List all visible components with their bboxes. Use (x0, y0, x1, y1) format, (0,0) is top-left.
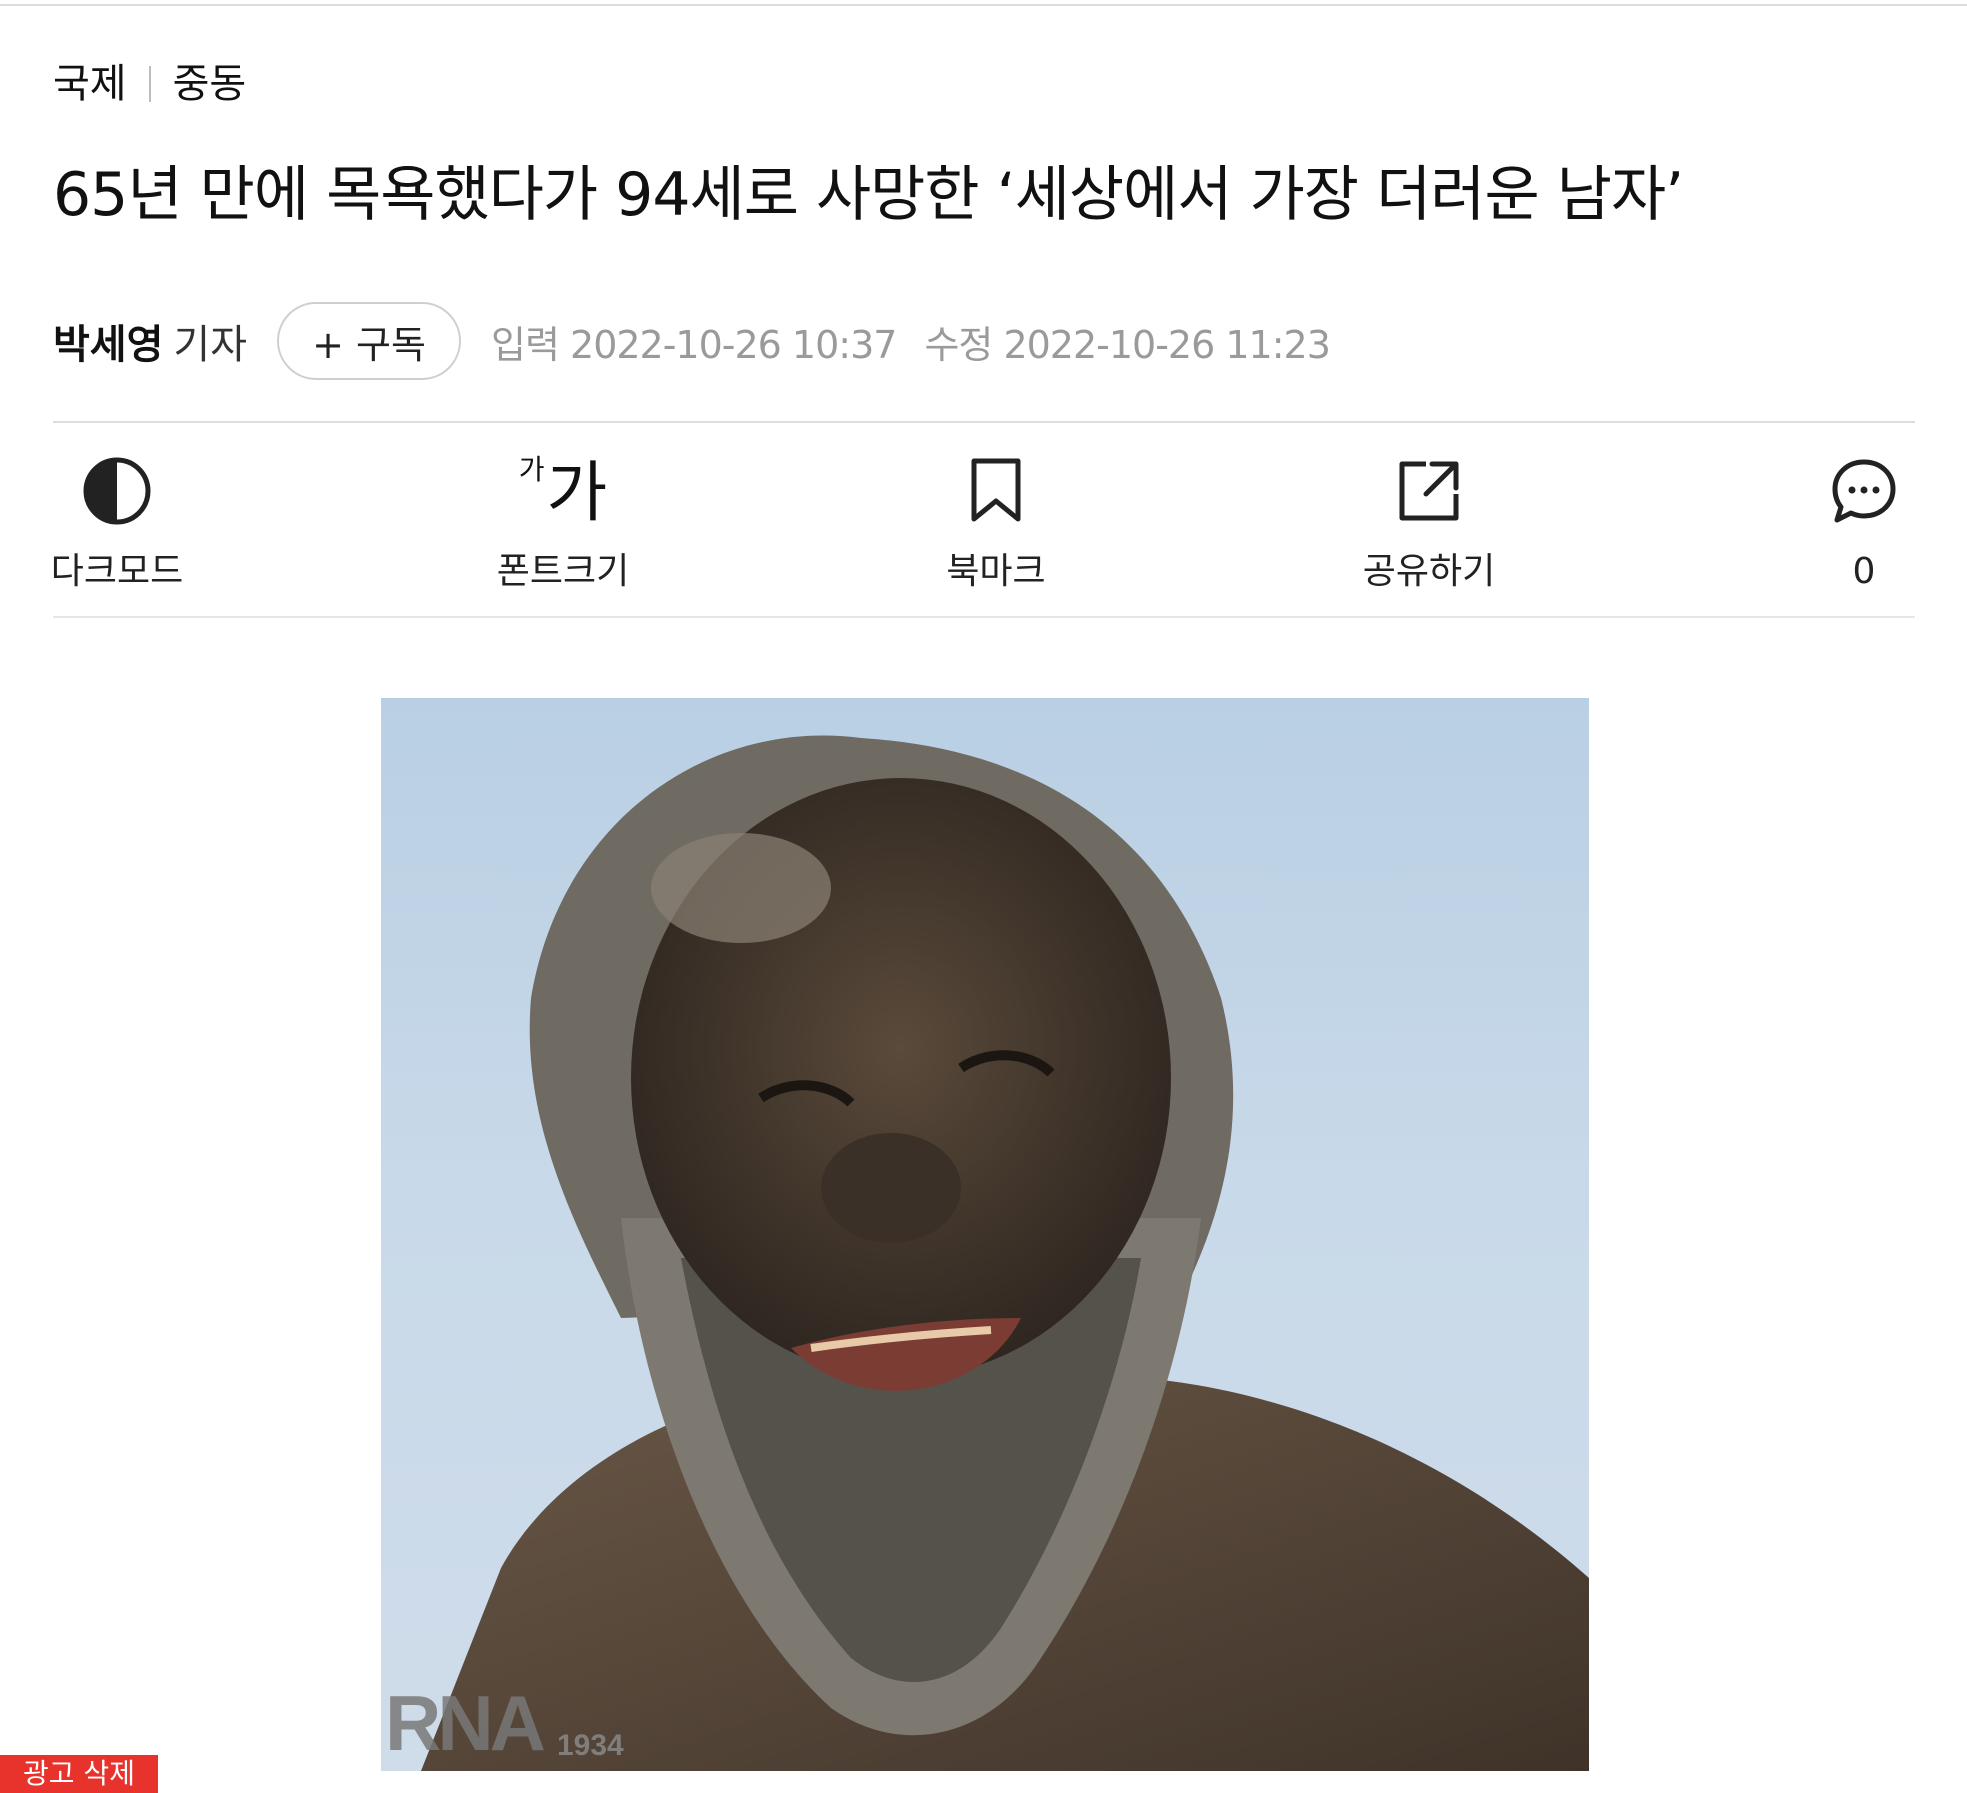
breadcrumb-section[interactable]: 국제 (53, 56, 127, 112)
comment-icon (1774, 452, 1954, 530)
photo-watermark-year: 1934 (557, 1729, 624, 1762)
font-size-icon: 가 가 (473, 452, 653, 530)
article-title: 65년 만에 목욕했다가 94세로 사망한 ‘세상에서 가장 더러운 남자’ (53, 160, 1684, 230)
byline: 박세영 기자 + 구독 입력 2022-10-26 10:37 수정 2022-1… (53, 301, 1331, 381)
input-date: 입력 2022-10-26 10:37 (491, 322, 897, 367)
reporter-role: 기자 (173, 322, 248, 368)
bookmark-label: 북마크 (946, 551, 1046, 592)
bookmark-button[interactable]: 북마크 (906, 452, 1086, 592)
article-photo: RNA 1934 (381, 698, 1589, 1771)
share-button[interactable]: 공유하기 (1339, 452, 1519, 592)
fontsize-button[interactable]: 가 가 폰트크기 (473, 452, 653, 592)
top-divider (0, 4, 1967, 6)
fontsize-label: 폰트크기 (496, 551, 630, 592)
photo-watermark: RNA (385, 1679, 546, 1767)
subscribe-button[interactable]: + 구독 (277, 302, 462, 380)
darkmode-button[interactable]: 다크모드 (27, 452, 207, 592)
toolbar-top-divider (53, 421, 1915, 423)
comment-button[interactable]: 0 (1774, 452, 1954, 592)
darkmode-label: 다크모드 (50, 551, 184, 592)
share-icon (1339, 452, 1519, 530)
font-size-big-glyph: 가 (546, 454, 608, 531)
breadcrumb-separator (148, 66, 151, 102)
breadcrumb-subsection[interactable]: 중동 (173, 56, 247, 112)
article-dates: 입력 2022-10-26 10:37 수정 2022-10-26 11:23 (491, 314, 1331, 369)
reporter-name[interactable]: 박세영 (53, 312, 163, 370)
font-size-small-glyph: 가 (518, 453, 545, 486)
toolbar-bottom-divider (53, 616, 1915, 618)
comment-count: 0 (1852, 551, 1876, 592)
breadcrumb: 국제 중동 (53, 56, 246, 112)
bookmark-icon (906, 452, 1086, 530)
modified-date: 수정 2022-10-26 11:23 (924, 322, 1330, 367)
ad-delete-button[interactable]: 광고 삭제 (0, 1755, 158, 1793)
contrast-icon (27, 452, 207, 530)
share-label: 공유하기 (1362, 551, 1496, 592)
